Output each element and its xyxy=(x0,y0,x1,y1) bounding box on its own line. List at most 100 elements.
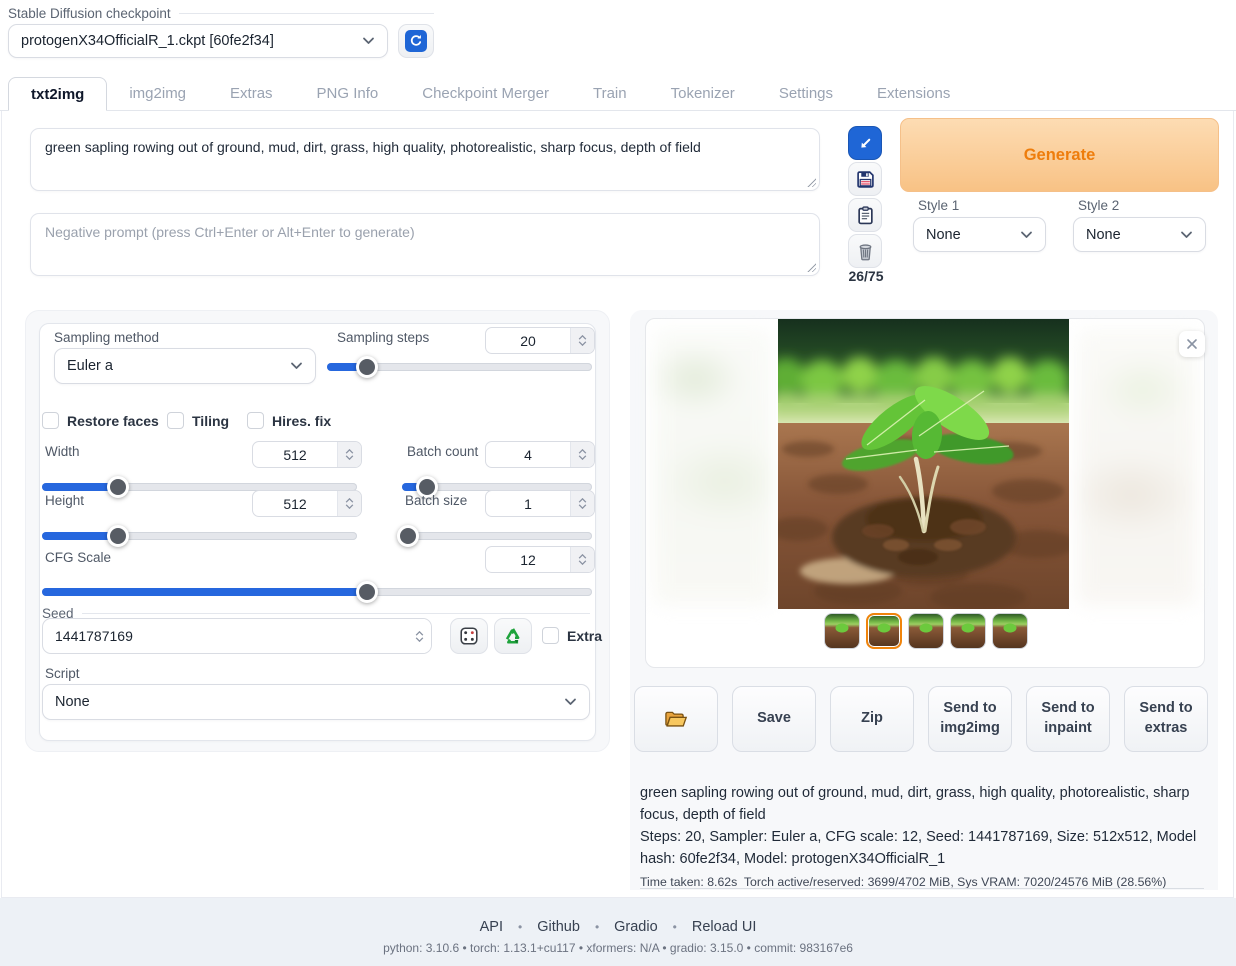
batch-size-input[interactable]: 1 xyxy=(485,490,595,517)
width-input[interactable]: 512 xyxy=(252,441,362,468)
cfg-scale-input[interactable]: 12 xyxy=(485,546,595,573)
seed-input[interactable]: 1441787169 xyxy=(42,618,432,654)
checkpoint-value: protogenX34OfficialR_1.ckpt [60fe2f34] xyxy=(21,33,274,49)
gallery-thumbnail[interactable] xyxy=(950,613,986,649)
hires-fix-checkbox[interactable]: Hires. fix xyxy=(247,412,331,429)
send-to-inpaint-button[interactable]: Send to inpaint xyxy=(1026,686,1110,752)
stepper-arrows[interactable] xyxy=(337,491,361,516)
height-label: Height xyxy=(45,493,84,508)
gallery-thumbnail[interactable] xyxy=(824,613,860,649)
slider-knob[interactable] xyxy=(356,356,378,378)
tab-png-info[interactable]: PNG Info xyxy=(295,76,401,110)
random-seed-button[interactable] xyxy=(450,618,488,654)
stepper-arrows[interactable] xyxy=(570,442,594,467)
batch-size-slider[interactable] xyxy=(402,525,592,547)
divider xyxy=(179,13,434,14)
trash-icon xyxy=(856,242,875,261)
checkbox[interactable] xyxy=(167,412,184,429)
stepper-arrows[interactable] xyxy=(570,328,594,353)
checkpoint-label: Stable Diffusion checkpoint xyxy=(8,6,171,21)
checkpoint-select[interactable]: protogenX34OfficialR_1.ckpt [60fe2f34] xyxy=(8,24,388,58)
close-gallery-button[interactable] xyxy=(1179,331,1205,357)
sampling-method-select[interactable]: Euler a xyxy=(54,348,316,384)
save-button[interactable]: Save xyxy=(732,686,816,752)
batch-count-input[interactable]: 4 xyxy=(485,441,595,468)
send-to-img2img-button[interactable]: Send to img2img xyxy=(928,686,1012,752)
chevron-down-icon xyxy=(1180,231,1193,239)
floppy-icon xyxy=(856,170,875,189)
zip-button[interactable]: Zip xyxy=(830,686,914,752)
checkbox[interactable] xyxy=(542,627,559,644)
api-link[interactable]: API xyxy=(480,919,503,935)
tab-train[interactable]: Train xyxy=(571,76,649,110)
height-input[interactable]: 512 xyxy=(252,490,362,517)
main-tabbar: txt2img img2img Extras PNG Info Checkpoi… xyxy=(0,76,1236,111)
checkpoint-label-row: Stable Diffusion checkpoint xyxy=(8,6,434,21)
slider-knob[interactable] xyxy=(107,525,129,547)
sampling-method-label: Sampling method xyxy=(54,330,159,345)
gallery-thumbnail[interactable] xyxy=(992,613,1028,649)
tiling-checkbox[interactable]: Tiling xyxy=(167,412,229,429)
slider-knob[interactable] xyxy=(356,581,378,603)
refresh-checkpoint-button[interactable] xyxy=(398,24,434,58)
clipboard-icon xyxy=(856,206,875,225)
generation-time-text: Time taken: 8.62s Torch active/reserved:… xyxy=(640,873,1204,892)
style1-select[interactable]: None xyxy=(913,217,1046,252)
style2-select[interactable]: None xyxy=(1073,217,1206,252)
stepper-arrows[interactable] xyxy=(570,547,594,572)
width-label: Width xyxy=(45,444,80,459)
gallery-preview-ghost-right xyxy=(1078,329,1196,605)
prompt-field-wrap: green sapling rowing out of ground, mud,… xyxy=(30,128,820,191)
dot-separator: • xyxy=(673,920,677,934)
checkbox[interactable] xyxy=(42,412,59,429)
batch-count-label: Batch count xyxy=(407,444,478,459)
generate-button[interactable]: Generate xyxy=(900,118,1219,192)
chevron-down-icon xyxy=(1020,231,1033,239)
generation-prompt-text: green sapling rowing out of ground, mud,… xyxy=(640,782,1204,826)
tab-settings[interactable]: Settings xyxy=(757,76,855,110)
extra-seed-checkbox[interactable]: Extra xyxy=(542,627,602,644)
tab-checkpoint-merger[interactable]: Checkpoint Merger xyxy=(400,76,571,110)
clear-prompt-button[interactable] xyxy=(848,234,882,268)
reuse-seed-button[interactable] xyxy=(494,618,532,654)
slider-knob[interactable] xyxy=(397,525,419,547)
prompt-tools xyxy=(848,126,882,268)
tab-txt2img[interactable]: txt2img xyxy=(8,77,107,111)
gradio-link[interactable]: Gradio xyxy=(614,919,658,935)
reload-ui-link[interactable]: Reload UI xyxy=(692,919,756,935)
generated-image[interactable] xyxy=(778,319,1069,609)
gallery-box xyxy=(645,318,1205,668)
gallery-thumbnails xyxy=(646,613,1206,649)
tab-tokenizer[interactable]: Tokenizer xyxy=(649,76,757,110)
divider xyxy=(640,888,1204,889)
save-style-button[interactable] xyxy=(848,162,882,196)
slider-knob[interactable] xyxy=(107,476,129,498)
read-generation-params-button[interactable] xyxy=(848,126,882,160)
sampling-steps-input[interactable]: 20 xyxy=(485,327,595,354)
script-select[interactable]: None xyxy=(42,684,590,720)
tab-extras[interactable]: Extras xyxy=(208,76,295,110)
style2-label: Style 2 xyxy=(1078,198,1119,213)
script-label: Script xyxy=(45,666,80,681)
prompt-input[interactable]: green sapling rowing out of ground, mud,… xyxy=(30,128,820,191)
stepper-arrows[interactable] xyxy=(570,491,594,516)
height-slider[interactable] xyxy=(42,525,357,547)
send-to-extras-button[interactable]: Send to extras xyxy=(1124,686,1208,752)
dot-separator: • xyxy=(518,920,522,934)
tab-extensions[interactable]: Extensions xyxy=(855,76,972,110)
cfg-scale-slider[interactable] xyxy=(42,581,592,603)
checkbox[interactable] xyxy=(247,412,264,429)
sampling-steps-label: Sampling steps xyxy=(337,330,429,345)
negative-prompt-input[interactable] xyxy=(30,213,820,276)
github-link[interactable]: Github xyxy=(537,919,580,935)
open-folder-button[interactable] xyxy=(634,686,718,752)
apply-style-button[interactable] xyxy=(848,198,882,232)
stepper-arrows[interactable] xyxy=(337,442,361,467)
stepper-arrows[interactable] xyxy=(407,619,431,653)
restore-faces-checkbox[interactable]: Restore faces xyxy=(42,412,159,429)
sampling-steps-slider[interactable] xyxy=(327,356,592,378)
gallery-thumbnail-selected[interactable] xyxy=(866,613,902,649)
cfg-scale-label: CFG Scale xyxy=(45,550,111,565)
tab-img2img[interactable]: img2img xyxy=(107,76,208,110)
gallery-thumbnail[interactable] xyxy=(908,613,944,649)
